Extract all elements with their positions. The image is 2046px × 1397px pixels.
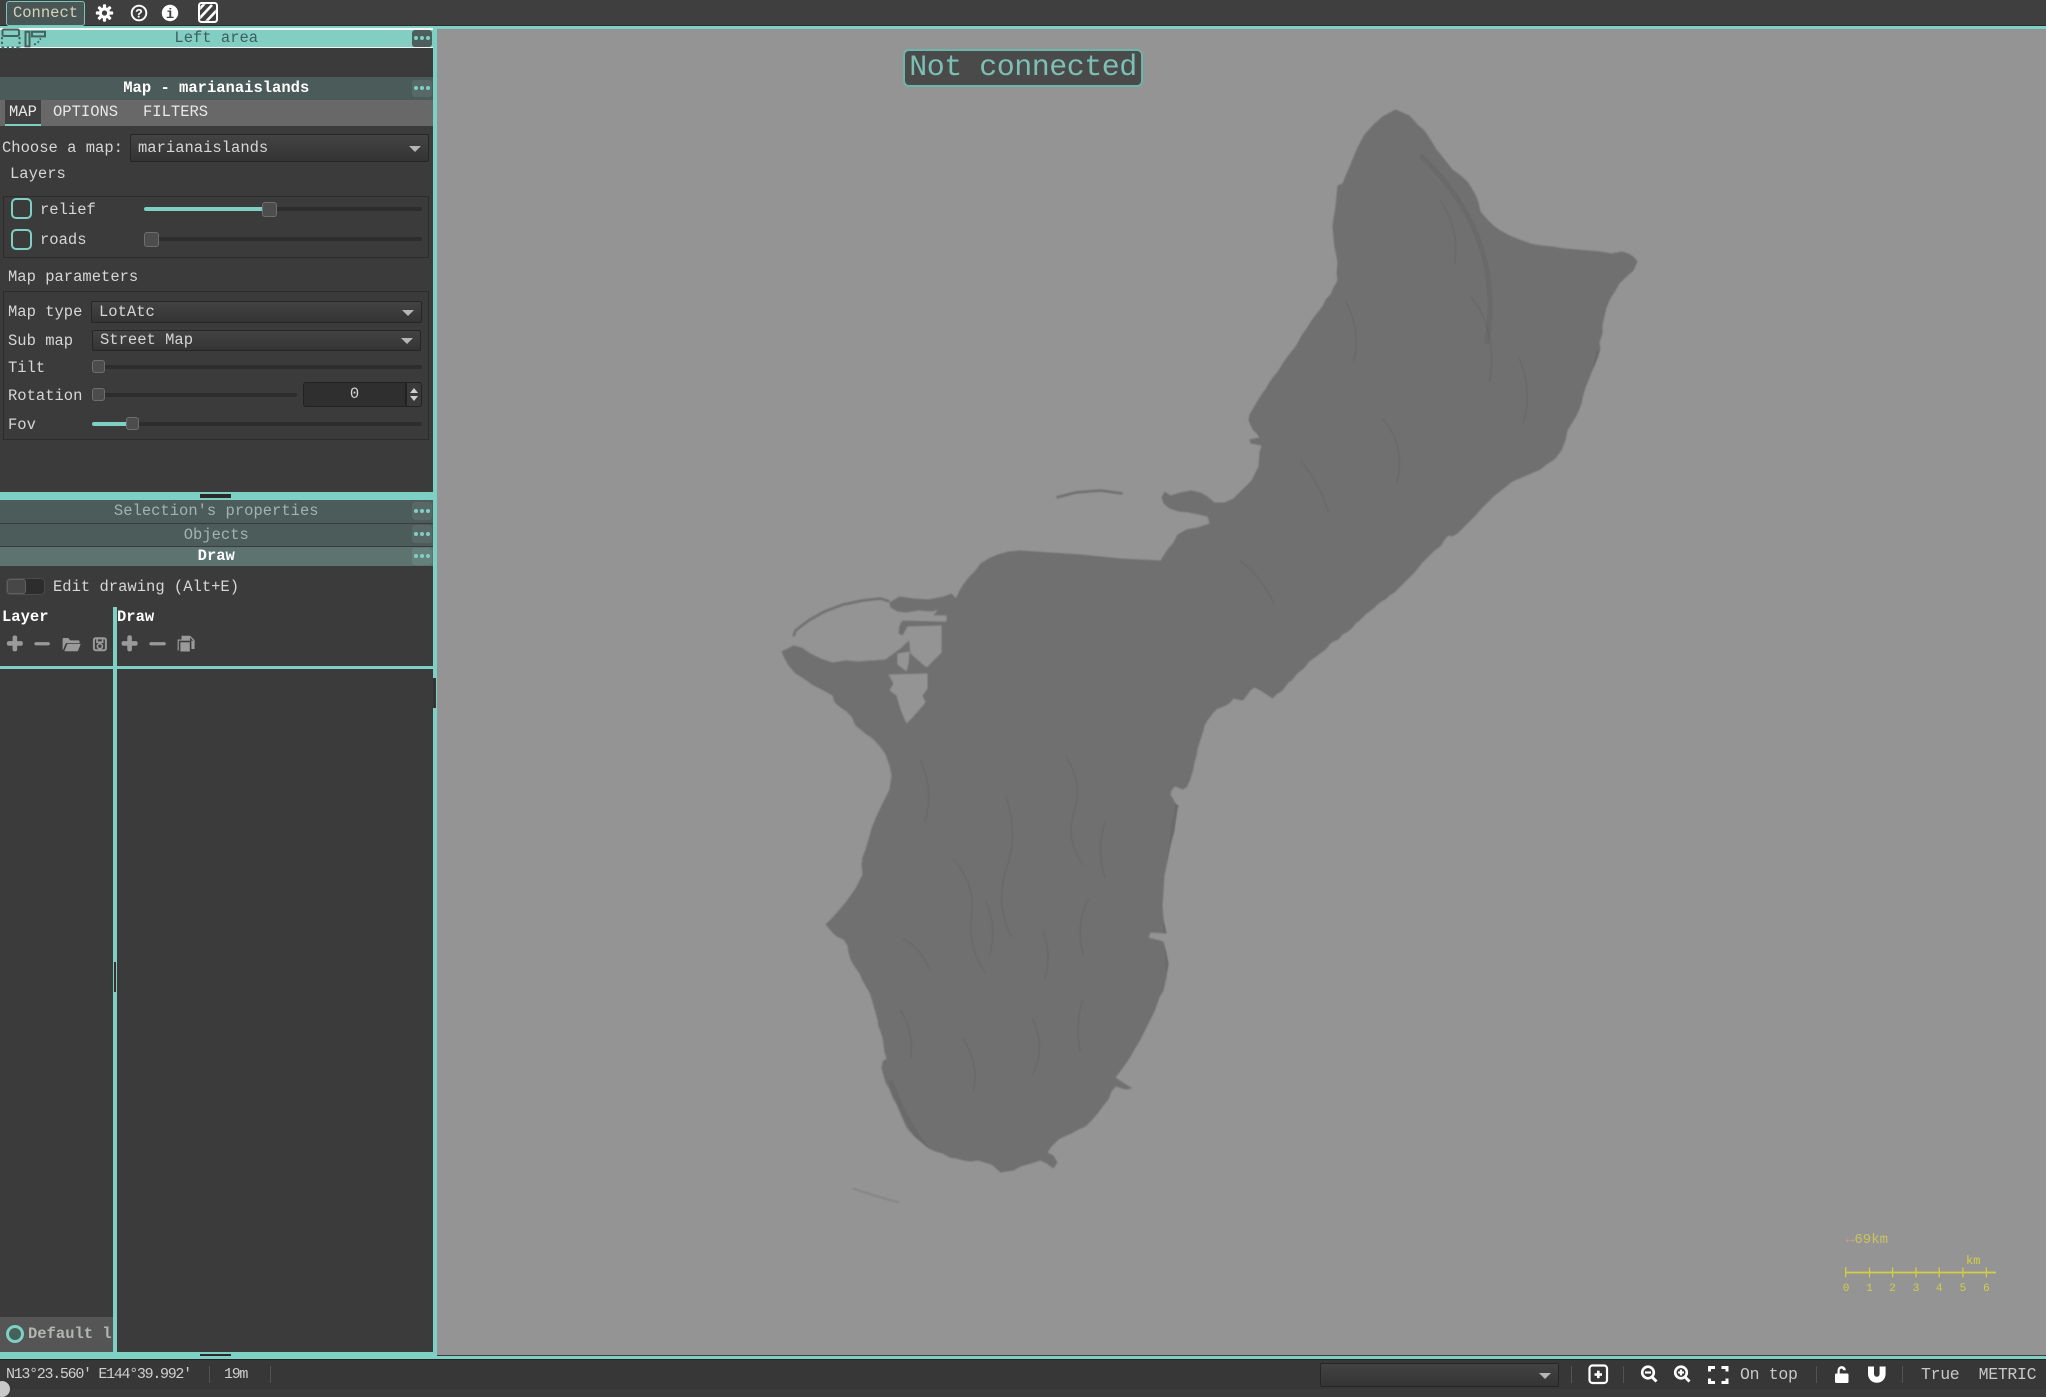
svg-text:3: 3 — [1913, 1283, 1920, 1295]
svg-text:6: 6 — [1983, 1283, 1990, 1295]
svg-text:2: 2 — [1889, 1283, 1896, 1295]
svg-text:5: 5 — [1960, 1283, 1967, 1295]
svg-text:km: km — [1966, 1254, 1980, 1268]
svg-text:4: 4 — [1936, 1283, 1943, 1295]
svg-text:i: i — [166, 8, 174, 23]
svg-text:?: ? — [135, 8, 143, 22]
svg-text:0: 0 — [1843, 1283, 1850, 1295]
svg-text:1: 1 — [1866, 1283, 1873, 1295]
